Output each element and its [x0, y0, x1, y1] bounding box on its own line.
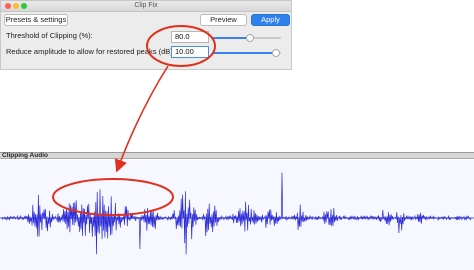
- clip-fix-dialog: Clip Fix Presets & settings Preview Appl…: [0, 0, 292, 70]
- reduce-slider-fill: [213, 52, 276, 54]
- threshold-slider-fill: [213, 37, 251, 39]
- preview-button[interactable]: Preview: [200, 14, 247, 26]
- waveform-svg: [0, 172, 474, 255]
- reduce-amplitude-label: Reduce amplitude to allow for restored p…: [6, 47, 175, 56]
- waveform-panel: Clipping Audio: [0, 152, 474, 270]
- reduce-slider-thumb[interactable]: [271, 49, 280, 57]
- reduce-amplitude-slider[interactable]: [213, 49, 281, 57]
- threshold-slider-thumb[interactable]: [246, 34, 255, 42]
- waveform-title: Clipping Audio: [0, 152, 474, 159]
- threshold-input[interactable]: 80.0: [171, 31, 209, 43]
- reduce-amplitude-input[interactable]: 10.00: [171, 46, 209, 58]
- presets-settings-button[interactable]: Presets & settings: [4, 14, 68, 26]
- threshold-label: Threshold of Clipping (%):: [6, 31, 93, 40]
- threshold-slider[interactable]: [213, 34, 281, 42]
- minimize-window-icon[interactable]: [13, 3, 19, 9]
- window-titlebar: Clip Fix: [1, 1, 291, 12]
- apply-button[interactable]: Apply: [251, 14, 290, 26]
- waveform-line: [1, 172, 472, 255]
- close-window-icon[interactable]: [5, 3, 11, 9]
- waveform-area[interactable]: [0, 160, 474, 270]
- zoom-window-icon[interactable]: [21, 3, 27, 9]
- window-title: Clip Fix: [134, 2, 158, 9]
